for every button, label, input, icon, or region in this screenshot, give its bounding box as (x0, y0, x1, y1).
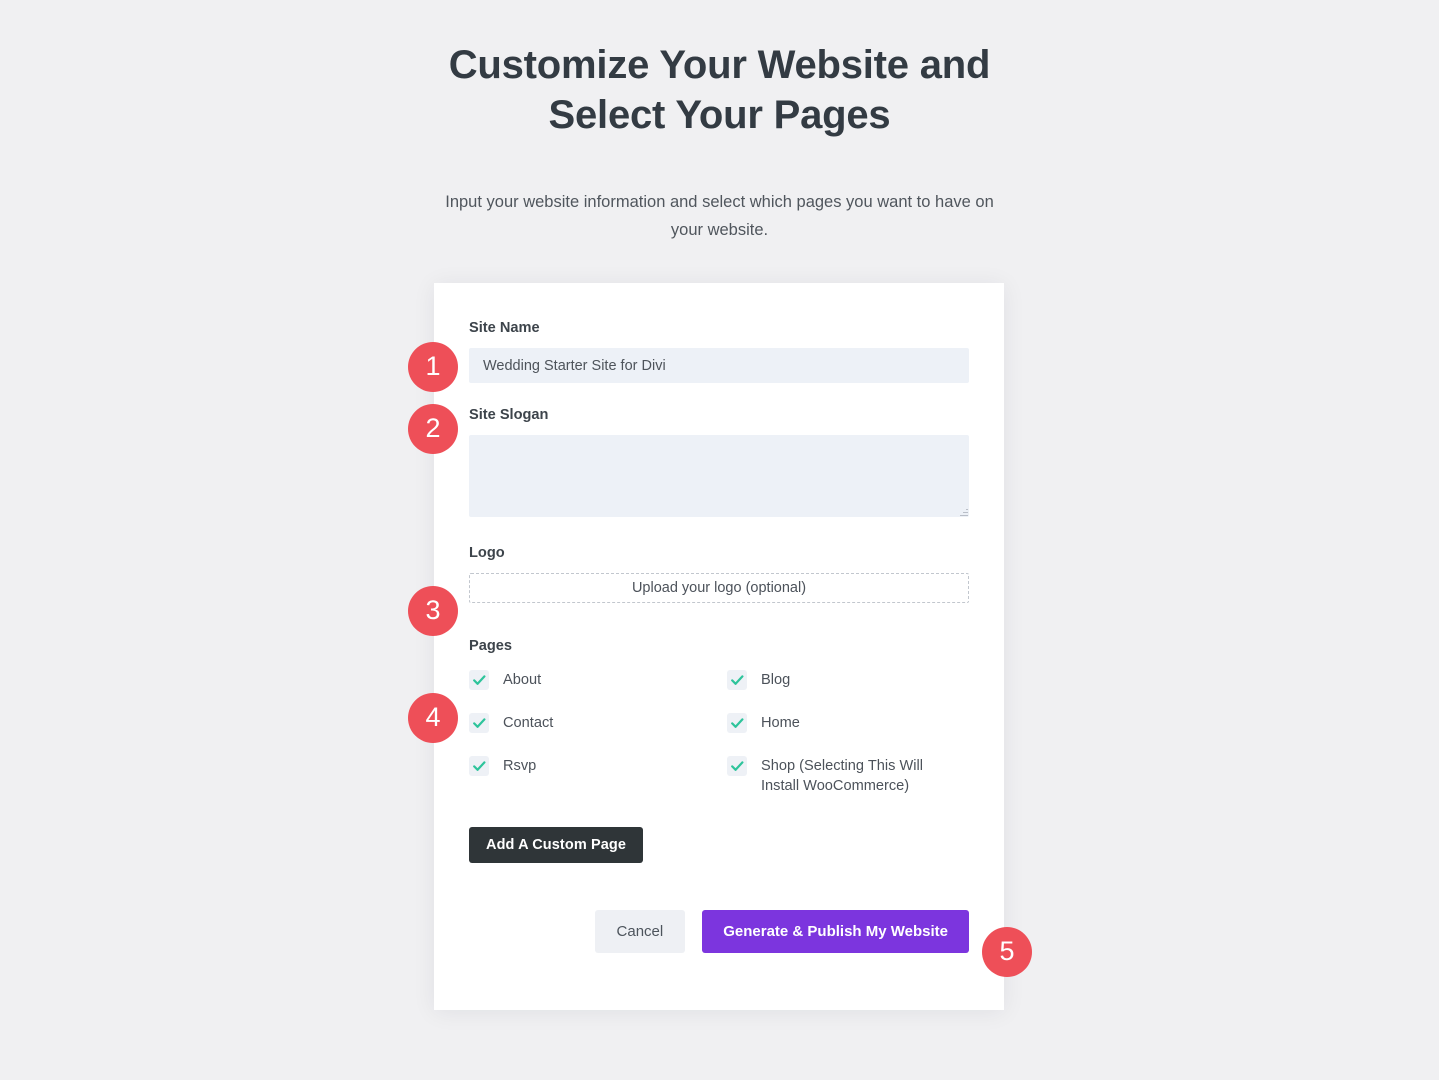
page-checkbox-item[interactable]: Shop (Selecting This Will Install WooCom… (727, 756, 969, 796)
annotation-badge-2: 2 (408, 404, 458, 454)
page-checkbox-label: Contact (503, 715, 554, 731)
generate-publish-button[interactable]: Generate & Publish My Website (702, 910, 969, 953)
checkbox-checked-icon[interactable] (469, 756, 489, 776)
pages-section: Pages About Blog Contact Home Rsvp Shop (Sele… (469, 636, 969, 819)
annotation-badge-5: 5 (982, 927, 1032, 977)
page-checkbox-label: About (503, 672, 542, 688)
site-slogan-label: Site Slogan (469, 407, 549, 423)
annotation-badge-4: 4 (408, 693, 458, 743)
checkbox-checked-icon[interactable] (727, 670, 747, 690)
cancel-button[interactable]: Cancel (594, 910, 686, 953)
page-title: Customize Your Website and Select Your P… (448, 43, 991, 137)
page-checkbox-item[interactable]: Rsvp (469, 756, 727, 796)
checkbox-checked-icon[interactable] (469, 670, 489, 690)
pages-checkbox-grid: About Blog Contact Home Rsvp Shop (Selecting … (469, 670, 969, 819)
add-custom-page-button[interactable]: Add A Custom Page (469, 827, 643, 863)
site-name-input[interactable] (469, 348, 969, 383)
annotation-badge-3: 3 (408, 586, 458, 636)
pages-label: Pages (469, 638, 512, 654)
site-slogan-field-block: Site Slogan (469, 405, 969, 517)
page-checkbox-item[interactable]: Blog (727, 670, 969, 690)
card-footer-actions: Cancel Generate & Publish My Website (469, 910, 969, 953)
logo-upload-label: Upload your logo (optional) (631, 580, 807, 596)
site-slogan-holder (469, 435, 969, 517)
page-checkbox-item[interactable]: About (469, 670, 727, 690)
logo-label: Logo (469, 545, 505, 561)
annotation-badge-1: 1 (408, 342, 458, 392)
page-checkbox-item[interactable]: Home (727, 713, 969, 733)
page-checkbox-item[interactable]: Contact (469, 713, 727, 733)
page-checkbox-label: Blog (761, 672, 791, 688)
customization-card-wrapper: Site Name Site Slogan Logo Upload your l… (434, 283, 1004, 1010)
customization-card: Site Name Site Slogan Logo Upload your l… (434, 283, 1004, 1010)
page-subtitle: Input your website information and selec… (445, 193, 994, 239)
site-name-field-block: Site Name (469, 318, 969, 383)
logo-field-block: Logo Upload your logo (optional) (469, 543, 969, 603)
checkbox-checked-icon[interactable] (469, 713, 489, 733)
card-content: Site Name Site Slogan Logo Upload your l… (469, 318, 969, 953)
site-name-label: Site Name (469, 320, 540, 336)
checkbox-checked-icon[interactable] (727, 713, 747, 733)
page-checkbox-label: Rsvp (503, 758, 537, 774)
page-checkbox-label: Home (761, 715, 800, 731)
page-header: Customize Your Website and Select Your P… (0, 0, 1439, 244)
logo-upload-button[interactable]: Upload your logo (optional) (469, 573, 969, 603)
resize-handle-icon[interactable] (959, 507, 968, 516)
page-checkbox-label: Shop (Selecting This Will Install WooCom… (761, 758, 923, 794)
site-slogan-textarea[interactable] (469, 435, 969, 517)
checkbox-checked-icon[interactable] (727, 756, 747, 776)
